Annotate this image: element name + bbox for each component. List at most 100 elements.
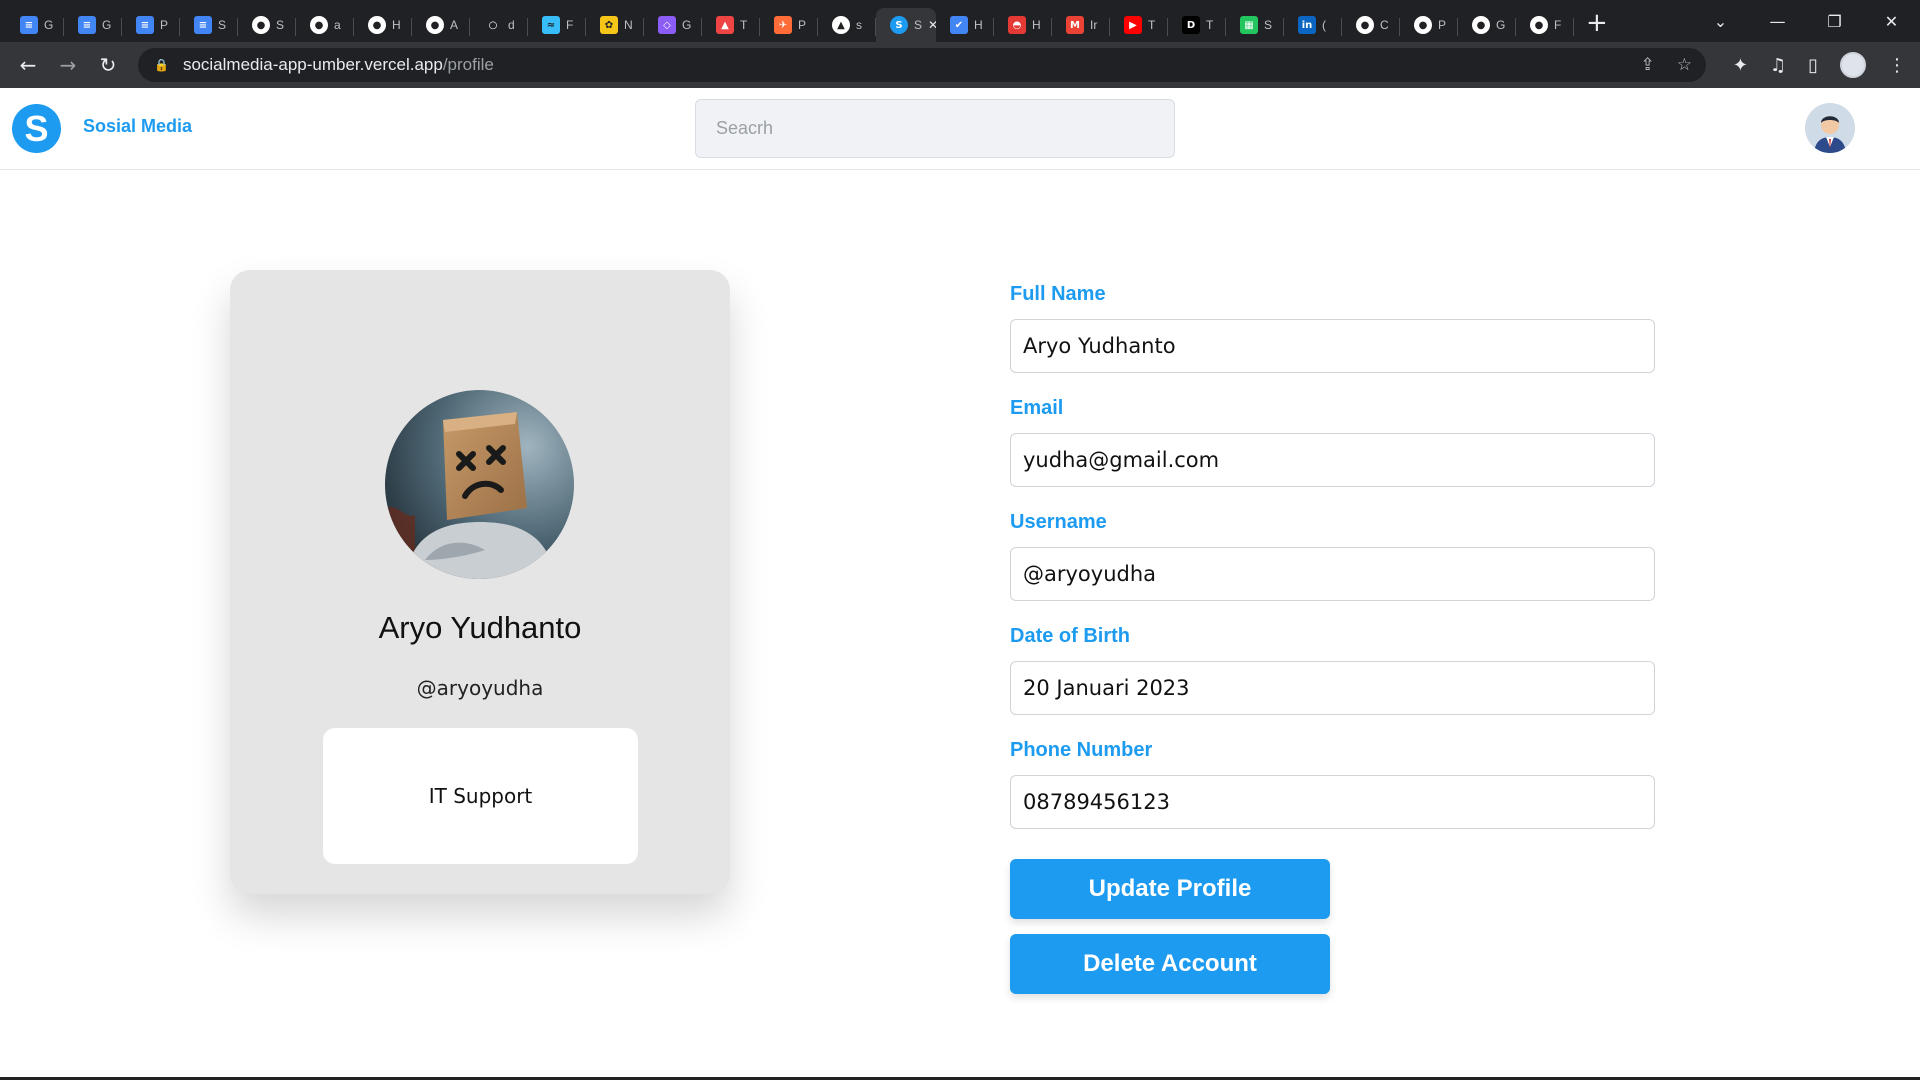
user-avatar[interactable] [1805, 103, 1855, 153]
pokeball-icon: ◓ [1008, 16, 1026, 34]
browser-tab[interactable]: ✔ H [936, 8, 994, 42]
browser-tab[interactable]: ● C [1342, 8, 1400, 42]
browser-tab[interactable]: ✿ N [586, 8, 644, 42]
restore-icon[interactable]: ❐ [1806, 12, 1863, 31]
github-icon: ● [1414, 16, 1432, 34]
menu-kebab-icon[interactable]: ⋮ [1888, 55, 1906, 76]
browser-tab[interactable]: ≈ F [528, 8, 586, 42]
browser-tab[interactable]: ● F [1516, 8, 1574, 42]
browser-tab-title: F [1554, 18, 1562, 32]
email-input[interactable] [1010, 433, 1655, 487]
date-of-birth-input[interactable] [1010, 661, 1655, 715]
lock-icon[interactable]: 🔒 [154, 58, 169, 72]
github-icon: ● [426, 16, 444, 34]
youtube-icon: ▶ [1124, 16, 1142, 34]
browser-tab-title: G [682, 18, 692, 32]
linkedin-icon: in [1298, 16, 1316, 34]
tab-list: ≡ G ≡ G ≡ P ≡ S ● S ● a ● H ● A ○ d ≈ F ✿ N ◇ G ▲ T ✈ P ▲ s S S ✕ ✔ H ◓ H M Ir… [0, 0, 1574, 42]
browser-tab-title: Ir [1090, 18, 1098, 32]
brand-name[interactable]: Sosial Media [83, 116, 192, 137]
browser-tab[interactable]: ✈ P [760, 8, 818, 42]
new-tab-icon[interactable]: + [1586, 8, 1608, 38]
close-tab-icon[interactable]: ✕ [928, 18, 936, 32]
username-input[interactable] [1010, 547, 1655, 601]
browser-profile-avatar[interactable] [1840, 52, 1866, 78]
browser-tab-title: A [450, 18, 459, 32]
browser-tab-title: H [392, 18, 401, 32]
sosial-media-icon: S [890, 16, 908, 34]
google-docs-icon: ≡ [20, 16, 38, 34]
postman-icon: ✈ [774, 16, 792, 34]
browser-tab-title: a [334, 18, 341, 32]
email-label: Email [1010, 397, 1064, 419]
forward-icon[interactable]: → [48, 53, 88, 77]
browser-tab-strip: ≡ G ≡ G ≡ P ≡ S ● S ● a ● H ● A ○ d ≈ F ✿ N ◇ G ▲ T ✈ P ▲ s S S ✕ ✔ H ◓ H M Ir… [0, 0, 1920, 42]
browser-tab[interactable]: ● G [1458, 8, 1516, 42]
phone-number-label: Phone Number [1010, 739, 1153, 761]
browser-tab[interactable]: ● a [296, 8, 354, 42]
gmail-icon: M [1066, 16, 1084, 34]
browser-tab[interactable]: ▲ s [818, 8, 876, 42]
browser-tab[interactable]: ● P [1400, 8, 1458, 42]
browser-tab[interactable]: DT [1168, 8, 1226, 42]
browser-tab[interactable]: ▲ T [702, 8, 760, 42]
browser-tab[interactable]: ≡ G [64, 8, 122, 42]
browser-tab[interactable]: S S ✕ [876, 8, 936, 42]
chart-icon: ▲ [716, 16, 734, 34]
full-name-input[interactable] [1010, 319, 1655, 373]
back-icon[interactable]: ← [8, 53, 48, 77]
sheets-icon: ▦ [1240, 16, 1258, 34]
minimize-icon[interactable]: — [1749, 12, 1806, 31]
browser-tab-title: S [914, 18, 922, 32]
url-host: socialmedia-app-umber.vercel.app [182, 55, 443, 74]
bookmark-star-icon[interactable]: ☆ [1677, 55, 1692, 75]
browser-tab-title: H [974, 18, 983, 32]
update-profile-button[interactable]: Update Profile [1010, 859, 1330, 919]
window-controls: ⌄ — ❐ ✕ [1692, 0, 1920, 42]
address-bar[interactable]: 🔒 socialmedia-app-umber.vercel.app/profi… [138, 48, 1706, 82]
browser-tab[interactable]: in ( [1284, 8, 1342, 42]
profile-card: Aryo Yudhanto @aryoyudha IT Support [230, 270, 730, 894]
share-icon[interactable]: ⇪ [1641, 55, 1655, 75]
circle-icon: ○ [484, 16, 502, 34]
github-icon: ● [368, 16, 386, 34]
browser-tab[interactable]: ≡ G [6, 8, 64, 42]
browser-tab[interactable]: ● S [238, 8, 296, 42]
media-control-icon[interactable]: ♫ [1770, 55, 1786, 76]
browser-tab[interactable]: ◇ G [644, 8, 702, 42]
browser-tab[interactable]: ◓ H [994, 8, 1052, 42]
github-icon: ● [1530, 16, 1548, 34]
tab-search-icon[interactable]: ⌄ [1692, 12, 1749, 31]
app-logo[interactable]: S [12, 104, 61, 153]
browser-tab-title: G [102, 18, 112, 32]
browser-tab-title: T [1206, 18, 1214, 32]
browser-tab[interactable]: ≡ P [122, 8, 180, 42]
flower-icon: ✿ [600, 16, 618, 34]
side-panel-icon[interactable]: ▯ [1808, 55, 1818, 76]
profile-handle: @aryoyudha [416, 676, 544, 700]
browser-tab-title: S [1264, 18, 1273, 32]
profile-bio: IT Support [323, 728, 638, 864]
browser-tab[interactable]: ○ d [470, 8, 528, 42]
github-icon: ● [1356, 16, 1374, 34]
browser-tab[interactable]: ▦ S [1226, 8, 1284, 42]
google-docs-icon: ≡ [194, 16, 212, 34]
search-input[interactable] [695, 99, 1175, 158]
reload-icon[interactable]: ↻ [88, 53, 128, 77]
browser-tab[interactable]: ● A [412, 8, 470, 42]
phone-number-input[interactable] [1010, 775, 1655, 829]
browser-tab[interactable]: M Ir [1052, 8, 1110, 42]
google-docs-icon: ≡ [78, 16, 96, 34]
dev-icon: D [1182, 16, 1200, 34]
tailwind-icon: ≈ [542, 16, 560, 34]
browser-tab[interactable]: ▶ T [1110, 8, 1168, 42]
browser-tab-title: d [508, 18, 515, 32]
browser-tab-title: ( [1322, 18, 1326, 32]
browser-tab[interactable]: ≡ S [180, 8, 238, 42]
github-icon: ● [252, 16, 270, 34]
browser-tab[interactable]: ● H [354, 8, 412, 42]
delete-account-button[interactable]: Delete Account [1010, 934, 1330, 994]
extensions-icon[interactable]: ✦ [1733, 55, 1748, 76]
full-name-label: Full Name [1010, 283, 1106, 305]
close-window-icon[interactable]: ✕ [1863, 12, 1920, 31]
